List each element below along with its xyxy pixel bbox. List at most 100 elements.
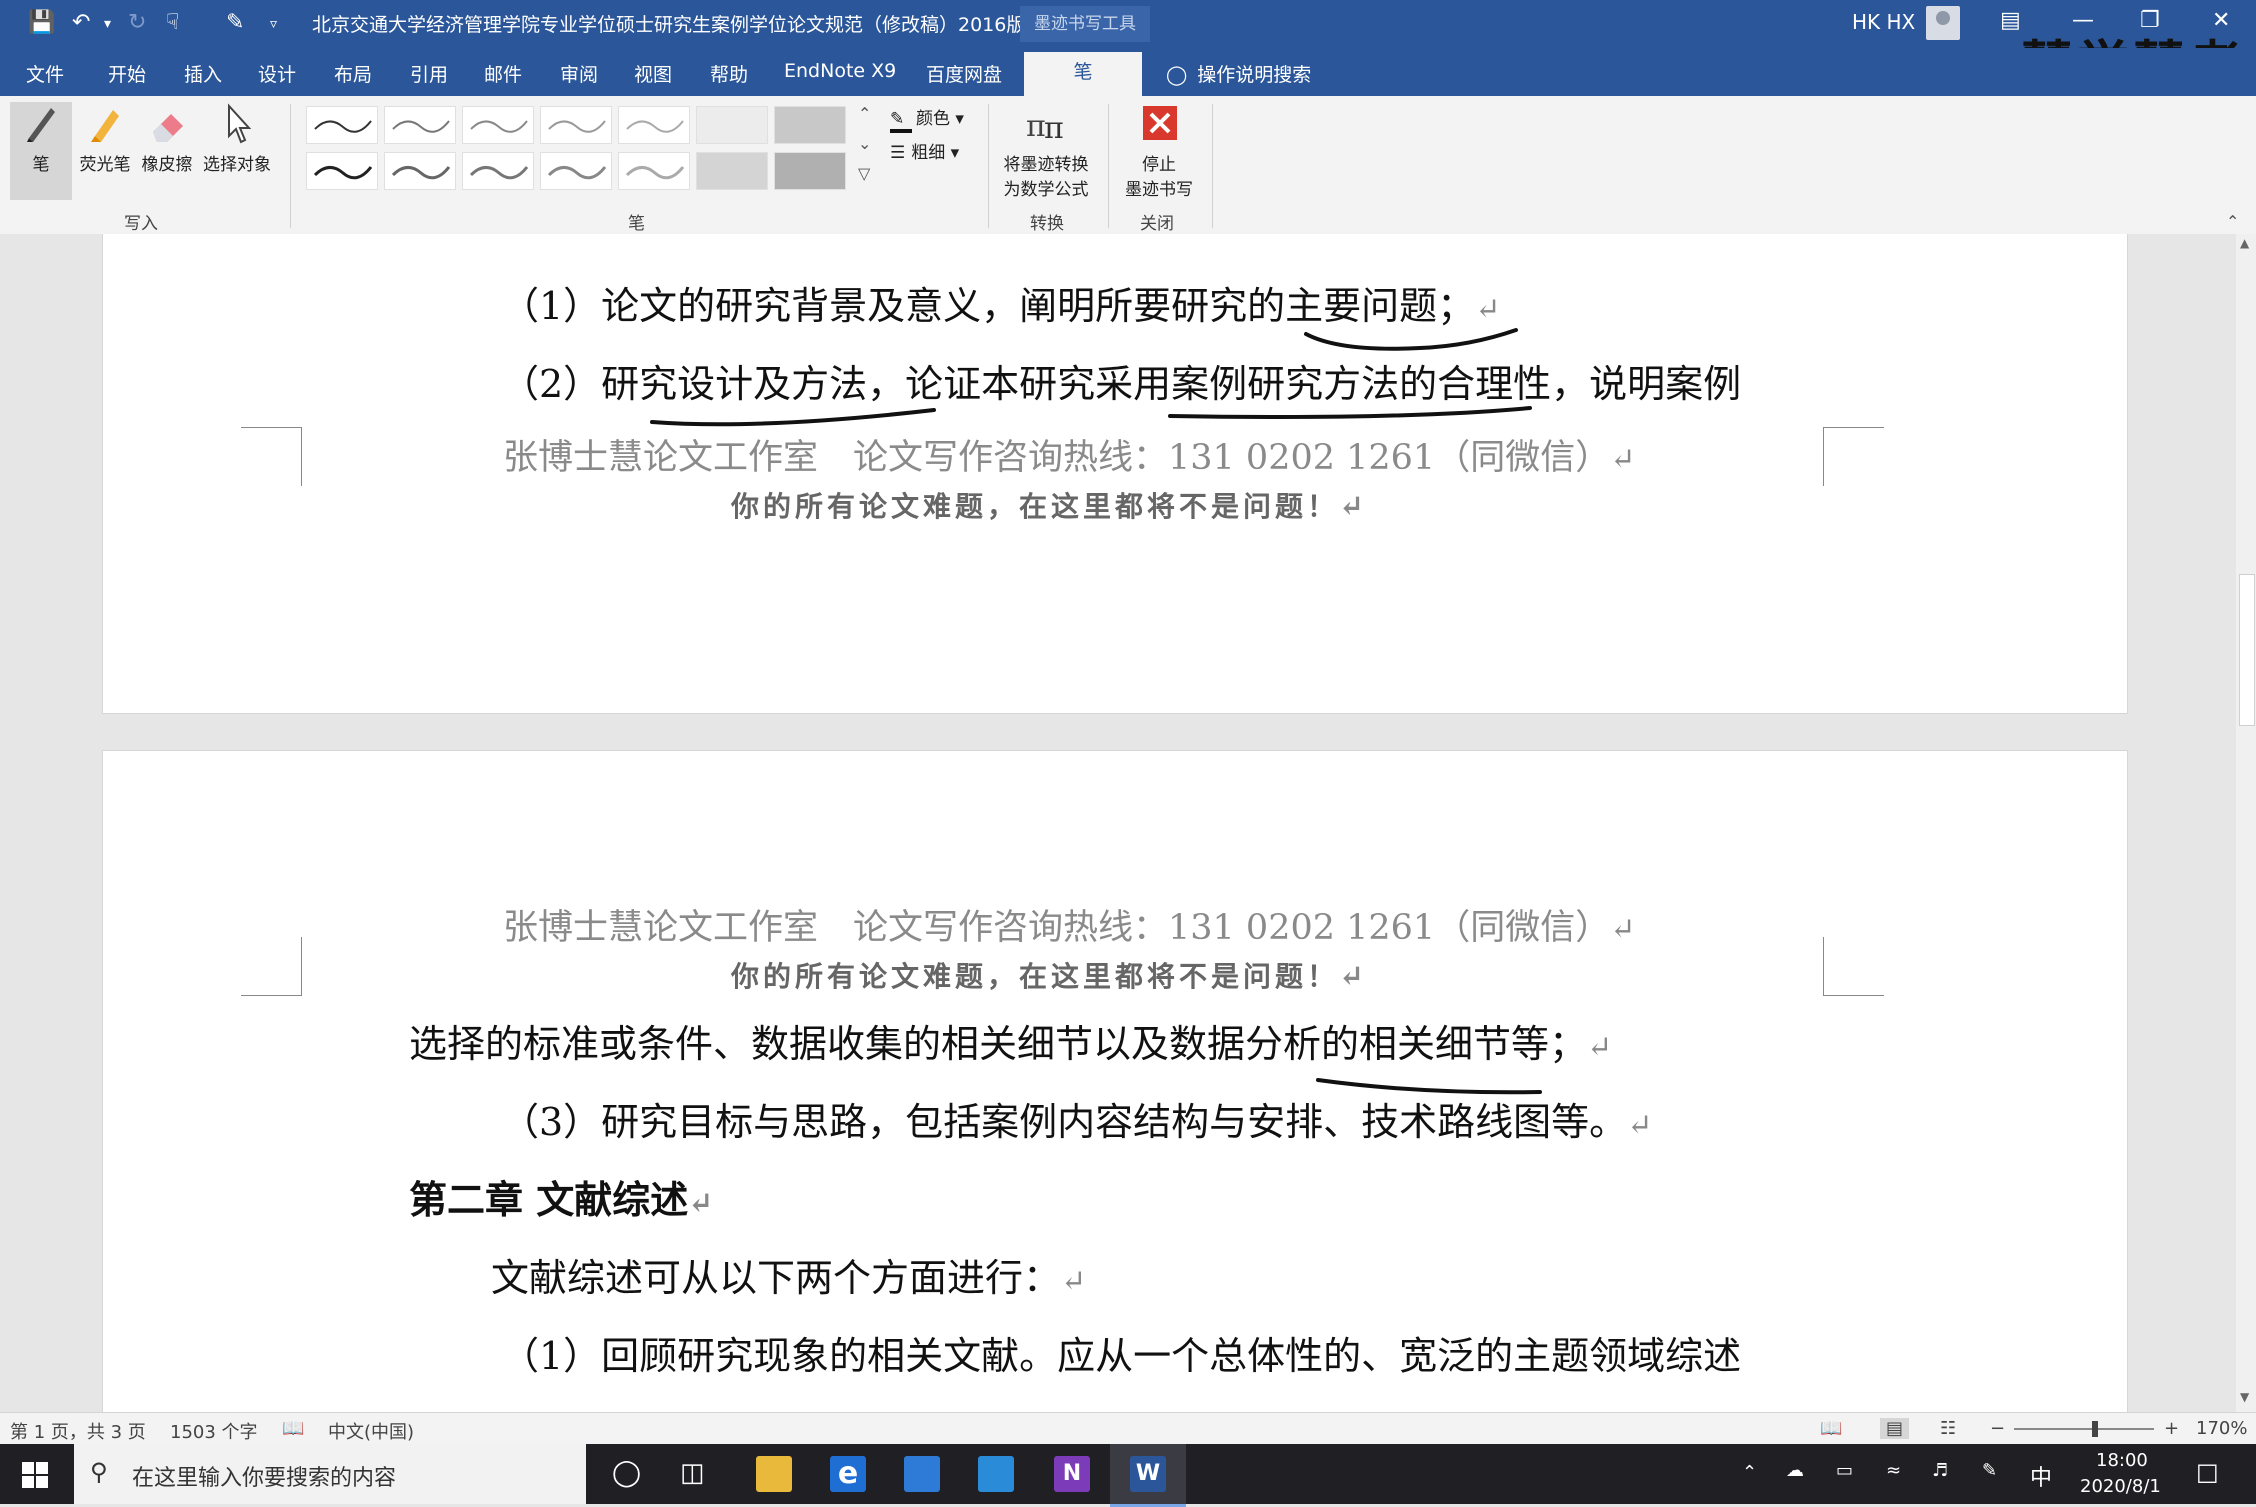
page-count[interactable]: 第 1 页，共 3 页 xyxy=(10,1418,146,1444)
task-view-icon[interactable]: ◫ xyxy=(680,1458,705,1488)
notifications-icon[interactable]: □ xyxy=(2196,1458,2219,1486)
tab-home[interactable]: 开始 xyxy=(108,60,146,87)
taskbar-search[interactable]: ⚲ 在这里输入你要搜索的内容 xyxy=(74,1444,586,1504)
thickness-dropdown[interactable]: ☰ 粗细 ▾ xyxy=(890,138,959,163)
zoom-level[interactable]: 170% xyxy=(2196,1418,2247,1439)
ink-annotations[interactable] xyxy=(0,234,2236,1412)
tab-references[interactable]: 引用 xyxy=(410,60,448,87)
touch-mode-icon[interactable]: ☟ xyxy=(166,10,179,35)
pen-swatch[interactable] xyxy=(540,106,612,144)
stop-inking-button[interactable]: 停止 墨迹书写 xyxy=(1116,102,1202,200)
zoom-in-icon[interactable]: + xyxy=(2164,1418,2179,1439)
language[interactable]: 中文(中国) xyxy=(328,1418,414,1444)
zoom-slider[interactable] xyxy=(2014,1428,2154,1430)
highlighter-button[interactable]: 荧光笔 xyxy=(74,102,136,175)
undo-icon[interactable]: ↶ xyxy=(72,10,90,35)
highlighter-swatch[interactable] xyxy=(774,152,846,190)
clock-time[interactable]: 18:00 xyxy=(2096,1450,2148,1471)
pen-stroke-icon xyxy=(547,166,607,180)
tab-insert[interactable]: 插入 xyxy=(184,60,222,87)
document-title: 北京交通大学经济管理学院专业学位硕士研究生案例学位论文规范（修改稿）2016版.… xyxy=(312,14,1044,36)
pen-swatch[interactable] xyxy=(540,152,612,190)
title-bar: 💾 ↶ ▾ ↻ ☟ ✎ ▿ 北京交通大学经济管理学院专业学位硕士研究生案例学位论… xyxy=(0,0,2256,98)
gallery-expand-icon[interactable]: ▽ xyxy=(858,164,870,183)
tab-endnote[interactable]: EndNote X9 xyxy=(784,60,896,82)
document-canvas[interactable]: 绪论应包括以下几个部分： （1）论文的研究背景及意义，阐明所要研究的主要问题；↵… xyxy=(0,234,2236,1412)
read-mode-icon[interactable]: 📖 xyxy=(1820,1418,1842,1439)
tell-me-label: 操作说明搜索 xyxy=(1197,64,1312,86)
tab-help[interactable]: 帮助 xyxy=(710,60,748,87)
tab-layout[interactable]: 布局 xyxy=(334,60,372,87)
pen-swatch[interactable] xyxy=(306,152,378,190)
scrollbar-thumb[interactable] xyxy=(2239,574,2255,726)
pen-swatch[interactable] xyxy=(618,106,690,144)
save-icon[interactable]: 💾 xyxy=(28,10,55,35)
vertical-scrollbar[interactable]: ▲ ▼ xyxy=(2236,234,2256,1412)
stop-inking-label-1: 停止 xyxy=(1142,155,1176,175)
scroll-down-icon[interactable]: ▼ xyxy=(2240,1390,2249,1404)
ink-to-math-button[interactable]: ππ 将墨迹转换 为数学公式 xyxy=(996,102,1096,200)
gallery-scroll-up-icon[interactable]: ⌃ xyxy=(858,104,871,123)
group-separator xyxy=(1212,104,1213,228)
pen-stroke-icon xyxy=(392,120,450,133)
tab-file[interactable]: 文件 xyxy=(26,60,64,87)
zoom-slider-thumb[interactable] xyxy=(2092,1421,2098,1437)
mail-icon[interactable] xyxy=(978,1456,1014,1492)
pen-swatch[interactable] xyxy=(384,152,456,190)
word-count[interactable]: 1503 个字 xyxy=(170,1418,258,1444)
onenote-icon[interactable]: N xyxy=(1054,1456,1090,1492)
edge-icon[interactable]: e xyxy=(830,1456,866,1492)
word-taskbar-button[interactable]: W xyxy=(1110,1444,1186,1507)
undo-dropdown-icon[interactable]: ▾ xyxy=(104,16,111,32)
ime-indicator[interactable]: 中 xyxy=(2030,1460,2052,1492)
proofing-icon[interactable]: 📖 xyxy=(282,1418,304,1439)
select-objects-button[interactable]: 选择对象 xyxy=(198,102,276,175)
eraser-icon xyxy=(153,114,183,142)
onedrive-icon[interactable]: ☁ xyxy=(1786,1460,1804,1481)
store-icon[interactable] xyxy=(904,1456,940,1492)
eraser-button[interactable]: 橡皮擦 xyxy=(136,102,198,175)
battery-icon[interactable]: ▭ xyxy=(1836,1460,1853,1481)
pen-label: 笔 xyxy=(32,155,50,175)
user-name[interactable]: HK HX xyxy=(1852,10,1915,34)
ribbon-display-options-icon[interactable]: ▤ xyxy=(2000,8,2021,33)
pen-swatch[interactable] xyxy=(384,106,456,144)
highlighter-swatch[interactable] xyxy=(774,106,846,144)
stop-inking-label-2: 墨迹书写 xyxy=(1125,180,1193,200)
file-explorer-icon[interactable] xyxy=(756,1456,792,1492)
redo-icon[interactable]: ↻ xyxy=(128,10,146,35)
pen-swatch[interactable] xyxy=(618,152,690,190)
cortana-icon[interactable]: ◯ xyxy=(612,1458,641,1488)
collapse-ribbon-icon[interactable]: ⌃ xyxy=(2226,212,2239,231)
tab-baidu-netdisk[interactable]: 百度网盘 xyxy=(926,60,1002,87)
tell-me-search[interactable]: ◯ 操作说明搜索 xyxy=(1166,60,1311,87)
color-dropdown[interactable]: ✎ 颜色 ▾ xyxy=(890,104,964,133)
volume-icon[interactable]: ♬ xyxy=(1932,1460,1948,1481)
tab-review[interactable]: 审阅 xyxy=(560,60,598,87)
windows-start-icon[interactable] xyxy=(22,1462,48,1488)
pen-swatch[interactable] xyxy=(462,106,534,144)
customize-qat-icon[interactable]: ▿ xyxy=(270,16,277,32)
wifi-icon[interactable]: ≈ xyxy=(1886,1460,1901,1481)
tab-pen[interactable]: 笔 xyxy=(1024,52,1142,96)
pen-button[interactable]: 笔 xyxy=(10,102,72,200)
svg-text:π: π xyxy=(1026,109,1046,144)
draw-icon[interactable]: ✎ xyxy=(226,10,244,35)
zoom-out-icon[interactable]: − xyxy=(1990,1418,2005,1439)
tray-overflow-icon[interactable]: ⌃ xyxy=(1742,1462,1757,1483)
pen-swatch[interactable] xyxy=(462,152,534,190)
pen-swatch[interactable] xyxy=(306,106,378,144)
select-objects-label: 选择对象 xyxy=(203,155,271,175)
tab-view[interactable]: 视图 xyxy=(634,60,672,87)
tab-design[interactable]: 设计 xyxy=(258,60,296,87)
gallery-scroll-down-icon[interactable]: ⌄ xyxy=(858,134,871,153)
highlighter-swatch[interactable] xyxy=(696,106,768,144)
avatar[interactable] xyxy=(1926,6,1960,40)
web-layout-icon[interactable]: ☷ xyxy=(1940,1418,1956,1439)
pen-workspace-icon[interactable]: ✎ xyxy=(1982,1460,1997,1481)
clock-date[interactable]: 2020/8/1 xyxy=(2080,1476,2161,1497)
scroll-up-icon[interactable]: ▲ xyxy=(2240,236,2249,250)
print-layout-icon[interactable]: ▤ xyxy=(1880,1418,1910,1439)
tab-mailings[interactable]: 邮件 xyxy=(484,60,522,87)
highlighter-swatch[interactable] xyxy=(696,152,768,190)
